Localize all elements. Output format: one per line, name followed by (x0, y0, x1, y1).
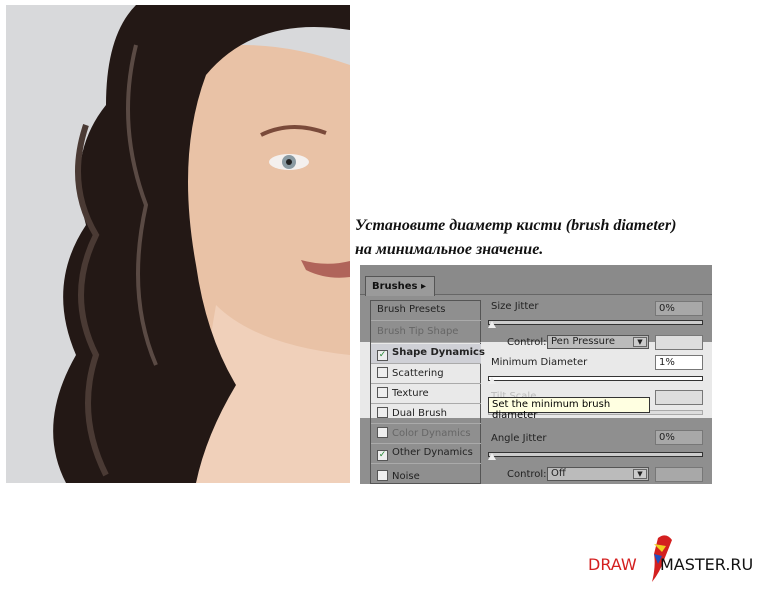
control-value: Pen Pressure (551, 336, 616, 347)
tooltip: Set the minimum brush diameter (488, 397, 650, 421)
chevron-down-icon: ▼ (633, 469, 647, 479)
tilt-scale-input (655, 390, 703, 405)
checkbox-icon[interactable] (377, 470, 388, 481)
tab-brushes[interactable]: Brushes ▸ (365, 276, 435, 296)
brush-list-item-label: Dual Brush (392, 408, 447, 419)
brush-list-item[interactable]: Brush Presets (371, 301, 481, 321)
min-diameter-input[interactable]: 1% (655, 355, 703, 370)
control-label: Control: (507, 337, 547, 348)
instruction-caption: Установите диаметр кисти (brush diameter… (355, 214, 755, 262)
brush-settings-list: Brush Presets Brush Tip Shape ✓ Shape Dynam… (370, 300, 485, 484)
control-select[interactable]: Pen Pressure ▼ (547, 335, 649, 349)
slider-thumb[interactable] (488, 453, 496, 460)
brushes-panel: Brushes ▸ Brush Presets Brush Tip Shape ✓ S… (360, 265, 712, 484)
checkbox-checked-icon[interactable]: ✓ (377, 350, 388, 361)
brush-list-item[interactable]: Noise (371, 467, 481, 484)
brush-list-item-label: Texture (392, 388, 429, 399)
brush-list-item-label: Scattering (392, 368, 444, 379)
min-diameter-slider[interactable] (488, 376, 703, 381)
caption-line-2: на минимальное значение. (355, 241, 544, 258)
slider-thumb[interactable] (488, 377, 496, 384)
brush-list-item-label: Color Dynamics (392, 428, 471, 439)
min-diameter-label: Minimum Diameter (491, 357, 588, 368)
size-jitter-label: Size Jitter (491, 301, 539, 312)
control-value: Off (551, 468, 566, 479)
drawmaster-logo: DRAW MASTER.RU (588, 530, 757, 585)
checkbox-icon[interactable] (377, 367, 388, 378)
checkbox-icon[interactable] (377, 387, 388, 398)
brush-list-item[interactable]: Dual Brush (371, 404, 481, 424)
brush-list-item[interactable]: ✓ Other Dynamics (371, 444, 481, 464)
control-select[interactable]: Off ▼ (547, 467, 649, 481)
portrait-illustration (6, 5, 350, 483)
brush-list-item-label: Brush Presets (377, 304, 446, 315)
brush-list-item[interactable]: Scattering (371, 364, 481, 384)
angle-jitter-slider[interactable] (488, 452, 703, 457)
svg-text:DRAW: DRAW (588, 555, 637, 574)
tab-label: Brushes (372, 281, 418, 292)
brush-list-item-label: Noise (392, 471, 420, 482)
control-label: Control: (507, 469, 547, 480)
brush-list-item[interactable]: Brush Tip Shape (371, 323, 481, 343)
brush-list-item-label: Shape Dynamics (392, 347, 485, 358)
brush-list-item[interactable]: Texture (371, 384, 481, 404)
slider-thumb[interactable] (488, 321, 496, 328)
brush-list-item-label: Other Dynamics (392, 447, 473, 458)
angle-jitter-label: Angle Jitter (491, 433, 547, 444)
brush-list-item[interactable]: Color Dynamics (371, 424, 481, 444)
control-extra-field (655, 335, 703, 350)
checkbox-icon[interactable] (377, 407, 388, 418)
checkbox-icon[interactable] (377, 427, 388, 438)
svg-text:MASTER.RU: MASTER.RU (660, 555, 753, 574)
chevron-down-icon: ▼ (633, 337, 647, 347)
size-jitter-slider[interactable] (488, 320, 703, 325)
angle-jitter-input[interactable]: 0% (655, 430, 703, 445)
checkbox-checked-icon[interactable]: ✓ (377, 450, 388, 461)
caption-line-1: Установите диаметр кисти (brush diameter… (355, 217, 677, 234)
size-jitter-input[interactable]: 0% (655, 301, 703, 316)
play-arrow-icon: ▸ (420, 281, 426, 292)
brush-list-item[interactable]: ✓ Shape Dynamics (371, 344, 485, 364)
control-extra-field (655, 467, 703, 482)
panel-tab-bar: Brushes ▸ (360, 265, 712, 296)
brush-list-item-label: Brush Tip Shape (377, 326, 459, 337)
